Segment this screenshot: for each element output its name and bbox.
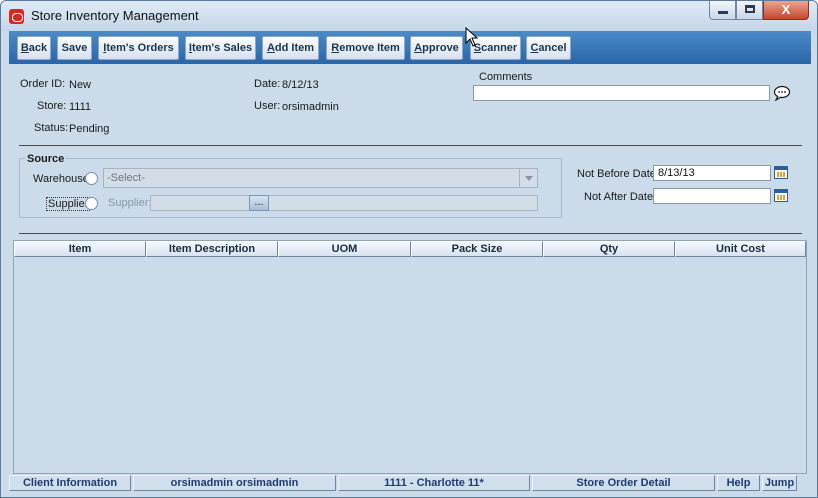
approve-button[interactable]: Approve	[410, 36, 463, 60]
toolbar: Back Save Item's Orders Item's Sales Add…	[9, 31, 811, 64]
approve-label: pprove	[422, 42, 459, 54]
supplier-lookup-button[interactable]: ...	[249, 195, 269, 211]
order-detail-panel: Order ID: New Store: 1111 Status: Pendin…	[9, 64, 811, 474]
column-header-uom[interactable]: UOM	[278, 241, 411, 257]
status-screen-name: Store Order Detail	[532, 475, 715, 491]
not-after-date-label: Not After Date:	[584, 191, 657, 203]
client-information-link[interactable]: Client Information	[9, 475, 131, 491]
warehouse-select[interactable]: -Select-	[103, 168, 538, 188]
app-window: Store Inventory Management X Back Save I…	[0, 0, 818, 498]
order-id-value: New	[69, 79, 92, 91]
add-item-button[interactable]: Add Item	[262, 36, 319, 60]
source-title: Source	[25, 153, 67, 165]
comment-icon[interactable]	[773, 85, 791, 101]
maximize-icon	[745, 5, 755, 13]
column-header-item[interactable]: Item	[14, 241, 146, 257]
back-mnemonic: B	[20, 42, 29, 54]
divider	[19, 233, 802, 234]
minimize-button[interactable]	[709, 1, 736, 20]
calendar-icon[interactable]	[774, 166, 788, 179]
save-label: Save	[61, 42, 88, 54]
items-sales-label: tem's Sales	[191, 42, 253, 54]
items-table[interactable]: Item Item Description UOM Pack Size Qty …	[13, 240, 807, 474]
warehouse-label: Warehouse	[33, 173, 89, 185]
window-title: Store Inventory Management	[31, 8, 199, 23]
add-item-label: dd Item	[274, 42, 315, 54]
user-value: orsimadmin	[282, 101, 339, 113]
order-id-label: Order ID:	[20, 78, 66, 90]
add-item-mnemonic: A	[266, 42, 275, 54]
back-label: ack	[28, 42, 48, 54]
supplier-label: Supplier	[46, 197, 91, 211]
user-label: User:	[254, 100, 281, 112]
back-button[interactable]: Back	[17, 36, 51, 60]
remove-item-label: emove Item	[339, 42, 400, 54]
column-header-pack-size[interactable]: Pack Size	[411, 241, 543, 257]
maximize-button[interactable]	[736, 1, 763, 20]
chevron-down-icon[interactable]	[519, 169, 537, 187]
column-header-item-description[interactable]: Item Description	[146, 241, 278, 257]
divider	[19, 145, 802, 146]
cancel-button[interactable]: Cancel	[526, 36, 571, 60]
calendar-icon[interactable]	[774, 189, 788, 202]
column-header-unit-cost[interactable]: Unit Cost	[675, 241, 806, 257]
items-orders-label: tem's Orders	[106, 42, 174, 54]
table-header: Item Item Description UOM Pack Size Qty …	[14, 241, 806, 257]
oracle-logo-icon	[9, 9, 24, 24]
status-label: Status:	[34, 122, 69, 134]
scanner-label: canner	[481, 42, 518, 54]
status-bar: Client Information orsimadmin orsimadmin…	[9, 475, 811, 491]
not-before-date-field[interactable]: 8/13/13	[653, 165, 771, 181]
mouse-cursor-icon	[465, 27, 479, 47]
store-value: 1111	[69, 101, 92, 113]
date-value: 8/12/13	[282, 79, 319, 91]
remove-item-mnemonic: R	[331, 42, 340, 54]
not-before-date-label: Not Before Date:	[577, 168, 659, 180]
cancel-label: ancel	[538, 42, 567, 54]
store-label: Store:	[37, 100, 67, 112]
title-bar[interactable]: Store Inventory Management X	[1, 1, 817, 31]
approve-mnemonic: A	[414, 42, 423, 54]
not-after-date-field[interactable]	[653, 188, 771, 204]
supplier-radio[interactable]	[85, 197, 98, 210]
supplier-field[interactable]	[150, 195, 538, 211]
status-user: orsimadmin orsimadmin	[133, 475, 336, 491]
status-value: Pending	[69, 123, 110, 135]
close-button[interactable]: X	[763, 1, 809, 20]
jump-button[interactable]: Jump	[762, 475, 797, 491]
close-icon: X	[781, 2, 791, 17]
save-button[interactable]: Save	[57, 36, 92, 60]
window-controls: X	[709, 1, 809, 21]
column-header-qty[interactable]: Qty	[543, 241, 675, 257]
minimize-icon	[718, 11, 728, 14]
status-store: 1111 - Charlotte 11*	[338, 475, 530, 491]
items-sales-button[interactable]: Item's Sales	[185, 36, 256, 60]
supplier-field-label: Supplier:	[108, 197, 152, 209]
remove-item-button[interactable]: Remove Item	[326, 36, 405, 60]
comments-field[interactable]	[473, 85, 770, 101]
help-button[interactable]: Help	[717, 475, 760, 491]
date-label: Date:	[254, 78, 281, 90]
warehouse-select-value: -Select-	[107, 172, 145, 184]
items-orders-button[interactable]: Item's Orders	[98, 36, 179, 60]
warehouse-radio[interactable]	[85, 172, 98, 185]
comments-label: Comments	[479, 71, 533, 83]
